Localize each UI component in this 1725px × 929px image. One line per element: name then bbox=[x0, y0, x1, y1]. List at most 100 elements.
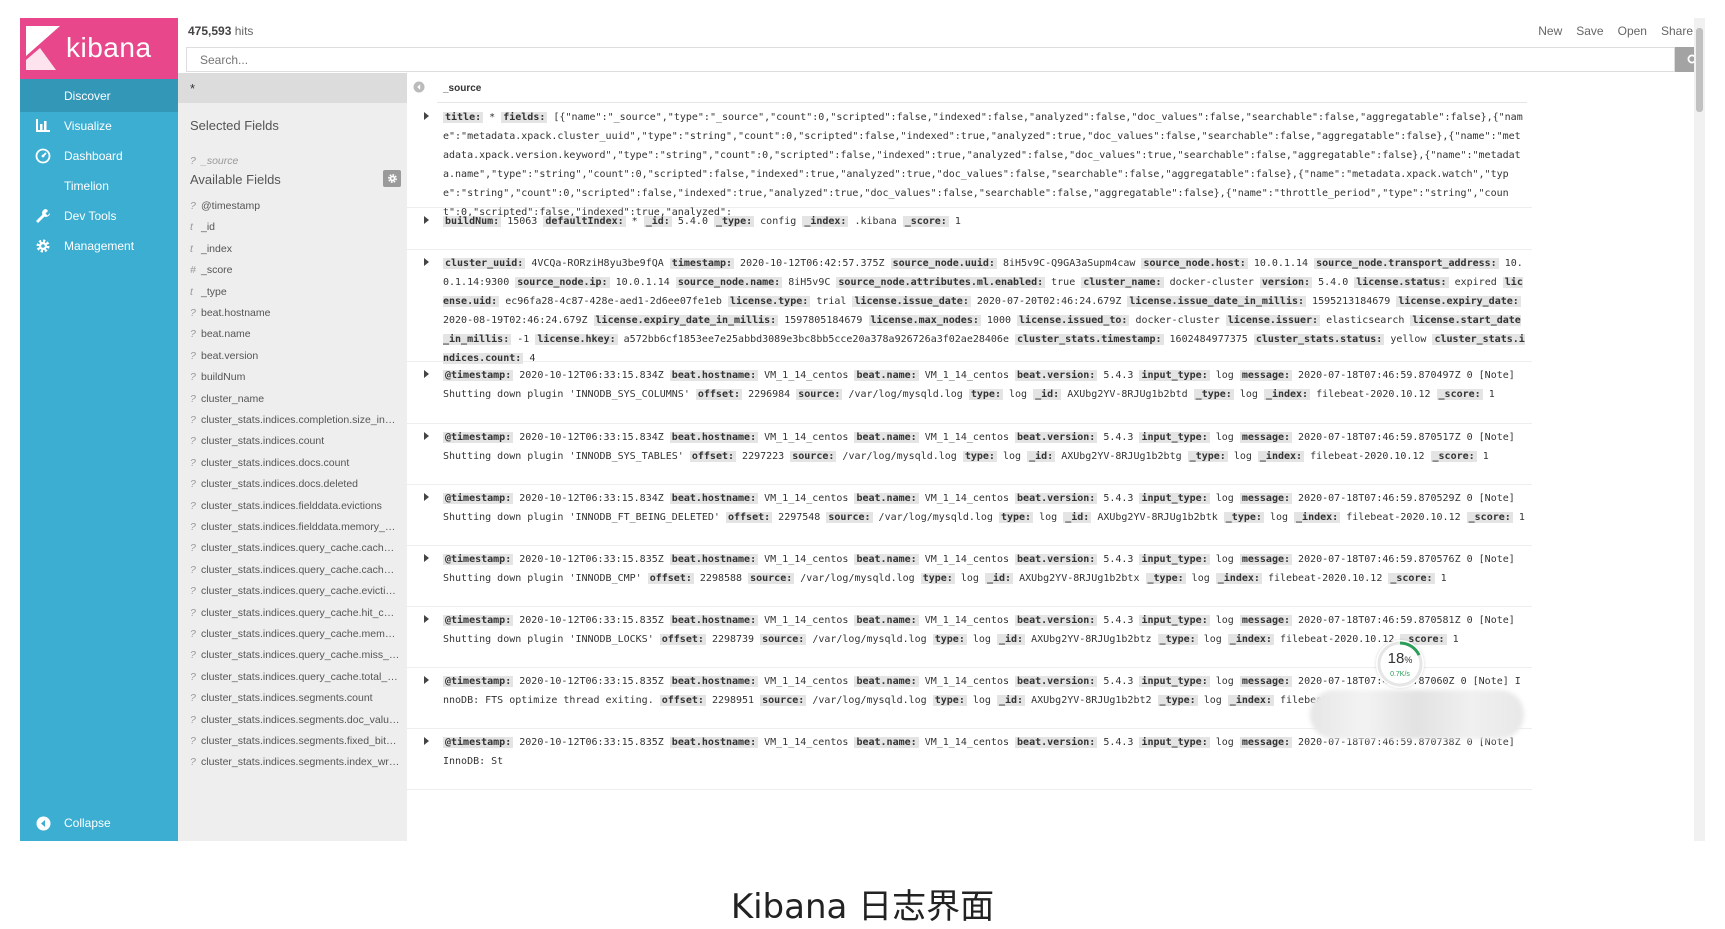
expand-triangle-icon[interactable] bbox=[424, 258, 429, 266]
wrench-icon bbox=[33, 206, 53, 226]
field-item[interactable]: ? cluster_stats.indices.completion.size_i… bbox=[190, 414, 400, 426]
field-item[interactable]: t _index bbox=[190, 243, 400, 255]
field-key: license.issuer: bbox=[1225, 315, 1321, 326]
field-key: cluster_name: bbox=[1081, 277, 1164, 288]
field-type-icon: ? bbox=[190, 200, 196, 212]
collapse-button[interactable]: Collapse bbox=[20, 805, 178, 841]
field-value: log bbox=[972, 695, 991, 706]
kibana-logo[interactable]: kibana bbox=[20, 18, 178, 79]
field-value: 1 bbox=[1440, 573, 1447, 584]
field-item[interactable]: ? cluster_stats.indices.fielddata.memory_… bbox=[190, 521, 400, 533]
collapse-sidebar-icon[interactable] bbox=[413, 80, 425, 98]
field-key: source_node.host: bbox=[1141, 258, 1248, 269]
expand-triangle-icon[interactable] bbox=[424, 554, 429, 562]
expand-triangle-icon[interactable] bbox=[424, 216, 429, 224]
field-item[interactable]: # _score bbox=[190, 264, 400, 276]
menu-open[interactable]: Open bbox=[1618, 24, 1647, 38]
network-speed-gauge[interactable]: 18% 0.7K/s bbox=[1376, 640, 1424, 688]
field-item[interactable]: ? @timestamp bbox=[190, 200, 400, 212]
document-row[interactable]: @timestamp: 2020-10-12T06:33:15.834Z bea… bbox=[407, 423, 1532, 485]
expand-triangle-icon[interactable] bbox=[424, 615, 429, 623]
field-key: input_type: bbox=[1139, 737, 1210, 748]
nav-item-discover[interactable]: Discover bbox=[20, 79, 178, 112]
field-item[interactable]: ? cluster_stats.indices.query_cache.miss_… bbox=[190, 649, 400, 661]
field-item[interactable]: ? cluster_stats.indices.query_cache.memor… bbox=[190, 628, 400, 640]
search-input[interactable] bbox=[187, 48, 1674, 71]
nav-item-timelion[interactable]: Timelion bbox=[20, 169, 178, 202]
field-item[interactable]: ? cluster_stats.indices.query_cache.hit_c… bbox=[190, 607, 400, 619]
field-item[interactable]: ? beat.version bbox=[190, 350, 400, 362]
field-item[interactable]: ? cluster_stats.indices.query_cache.evict… bbox=[190, 585, 400, 597]
field-item[interactable]: ? beat.name bbox=[190, 328, 400, 340]
field-value: trial bbox=[816, 296, 847, 307]
field-item[interactable]: ? _source bbox=[190, 155, 400, 167]
expand-triangle-icon[interactable] bbox=[424, 676, 429, 684]
field-value: /var/log/mysqld.log bbox=[800, 573, 915, 584]
document-source: title: * fields: [{"name":"_source","typ… bbox=[443, 108, 1525, 222]
nav-item-management[interactable]: Management bbox=[20, 229, 178, 262]
field-key: license.max_nodes: bbox=[868, 315, 981, 326]
field-item[interactable]: ? cluster_stats.indices.segments.count bbox=[190, 692, 400, 704]
document-row[interactable]: buildNum: 15063 defaultIndex: * _id: 5.4… bbox=[407, 207, 1532, 250]
field-item[interactable]: ? cluster_stats.indices.query_cache.total… bbox=[190, 671, 400, 683]
document-row[interactable]: @timestamp: 2020-10-12T06:33:15.835Z bea… bbox=[407, 606, 1532, 668]
field-key: beat.name: bbox=[854, 554, 919, 565]
source-column-header[interactable]: _source bbox=[443, 83, 481, 94]
document-row[interactable]: title: * fields: [{"name":"_source","typ… bbox=[407, 103, 1532, 218]
document-row[interactable]: @timestamp: 2020-10-12T06:33:15.834Z bea… bbox=[407, 484, 1532, 546]
nav-item-dev-tools[interactable]: Dev Tools bbox=[20, 199, 178, 232]
field-key: version: bbox=[1259, 277, 1313, 288]
field-value: VM_1_14_centos bbox=[924, 432, 1009, 443]
expand-triangle-icon[interactable] bbox=[424, 493, 429, 501]
field-item[interactable]: ? beat.hostname bbox=[190, 307, 400, 319]
field-value: AXUbg2YV-8RJUg1b2bt2 bbox=[1031, 695, 1152, 706]
field-value: log bbox=[1215, 493, 1234, 504]
field-item[interactable]: ? cluster_stats.indices.query_cache.cache… bbox=[190, 564, 400, 576]
index-pattern-selector[interactable]: * bbox=[178, 73, 407, 103]
expand-triangle-icon[interactable] bbox=[424, 112, 429, 120]
menu-share[interactable]: Share bbox=[1661, 24, 1693, 38]
field-value: filebeat-2020.10.12 bbox=[1310, 451, 1425, 462]
field-key: beat.name: bbox=[854, 493, 919, 504]
field-settings-button[interactable] bbox=[383, 170, 401, 187]
field-item[interactable]: ? cluster_stats.indices.segments.index_wr… bbox=[190, 756, 400, 768]
field-key: _type: bbox=[1157, 634, 1198, 645]
field-value: docker-cluster bbox=[1169, 277, 1254, 288]
field-item[interactable]: ? cluster_stats.indices.segments.fixed_bi… bbox=[190, 735, 400, 747]
field-item[interactable]: t _id bbox=[190, 221, 400, 233]
blurred-overlay bbox=[1310, 690, 1524, 739]
scrollbar-thumb[interactable] bbox=[1696, 28, 1703, 112]
field-item[interactable]: ? cluster_stats.indices.fielddata.evictio… bbox=[190, 500, 400, 512]
expand-triangle-icon[interactable] bbox=[424, 737, 429, 745]
field-value: config bbox=[760, 216, 797, 227]
document-row[interactable]: @timestamp: 2020-10-12T06:33:15.835Z bea… bbox=[407, 545, 1532, 607]
field-value: log bbox=[1269, 512, 1288, 523]
field-key: beat.hostname: bbox=[669, 432, 759, 443]
field-value: VM_1_14_centos bbox=[764, 432, 849, 443]
expand-triangle-icon[interactable] bbox=[424, 432, 429, 440]
field-item[interactable]: t _type bbox=[190, 286, 400, 298]
field-value: VM_1_14_centos bbox=[924, 737, 1009, 748]
field-item[interactable]: ? cluster_stats.indices.segments.doc_valu… bbox=[190, 714, 400, 726]
field-item[interactable]: ? cluster_stats.indices.count bbox=[190, 435, 400, 447]
nav-item-dashboard[interactable]: Dashboard bbox=[20, 139, 178, 172]
field-item[interactable]: ? cluster_stats.indices.query_cache.cache… bbox=[190, 542, 400, 554]
field-item[interactable]: ? cluster_stats.indices.docs.deleted bbox=[190, 478, 400, 490]
field-name: cluster_stats.indices.query_cache.cache_… bbox=[201, 563, 400, 576]
document-row[interactable]: @timestamp: 2020-10-12T06:33:15.834Z bea… bbox=[407, 361, 1532, 424]
nav-item-visualize[interactable]: Visualize bbox=[20, 109, 178, 142]
vertical-scrollbar[interactable] bbox=[1694, 18, 1705, 841]
field-item[interactable]: ? cluster_stats.indices.docs.count bbox=[190, 457, 400, 469]
field-value: yellow bbox=[1390, 334, 1427, 345]
field-key: offset: bbox=[659, 695, 706, 706]
field-key: source: bbox=[826, 512, 873, 523]
document-row[interactable]: cluster_uuid: 4VCQa-RORziH8yu3be9fQA tim… bbox=[407, 249, 1532, 364]
menu-new[interactable]: New bbox=[1538, 24, 1562, 38]
expand-triangle-icon[interactable] bbox=[424, 370, 429, 378]
field-item[interactable]: ? cluster_name bbox=[190, 393, 400, 405]
hits-label: hits bbox=[234, 24, 254, 38]
field-key: beat.version: bbox=[1015, 615, 1098, 626]
field-item[interactable]: ? buildNum bbox=[190, 371, 400, 383]
menu-save[interactable]: Save bbox=[1576, 24, 1603, 38]
field-key: source: bbox=[760, 695, 807, 706]
